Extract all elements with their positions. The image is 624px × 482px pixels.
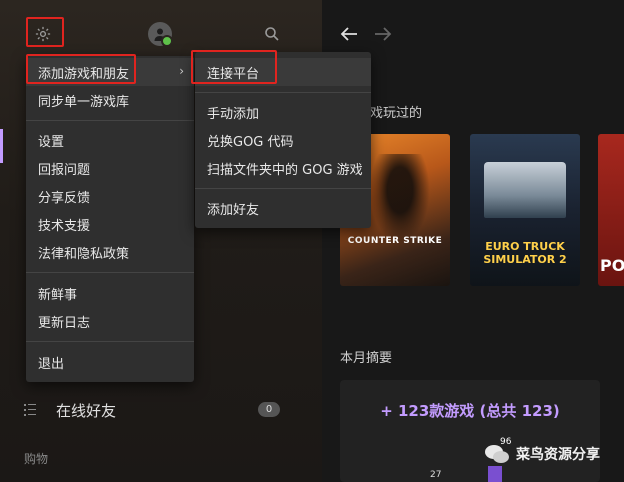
game-cover-euro-truck[interactable]: EURO TRUCK SIMULATOR 2	[470, 134, 580, 286]
game-cover-partial[interactable]: PO	[598, 134, 624, 286]
menu-divider	[195, 92, 371, 93]
friends-count-badge: 0	[258, 402, 280, 417]
menu-item-label: 新鲜事	[38, 287, 78, 303]
menu-item-sync-library[interactable]: 同步单一游戏库	[26, 86, 194, 114]
games-added-count: + 123款游戏 (总共 123)	[380, 402, 560, 420]
sidebar-item-label: 在线好友	[56, 402, 117, 420]
menu-item-label: 回报问题	[38, 162, 91, 178]
menu-item-label: 技术支援	[38, 218, 91, 234]
menu-item-label: 扫描文件夹中的 GOG 游戏	[207, 162, 363, 178]
menu-divider	[26, 120, 194, 121]
recently-played-title: 戏玩过的	[370, 106, 423, 121]
watermark-badge: 96	[500, 437, 512, 447]
menu-item-label: 添加好友	[207, 202, 260, 218]
main-menu: 添加游戏和朋友 › 同步单一游戏库 设置 回报问题 分享反馈 技术支援 法律和隐…	[26, 56, 194, 382]
menu-item-label: 退出	[38, 356, 65, 372]
menu-item-legal-privacy[interactable]: 法律和隐私政策	[26, 238, 194, 266]
menu-item-label: 分享反馈	[38, 190, 91, 206]
sidebar-section-purchases: 购物	[24, 452, 49, 466]
menu-item-settings[interactable]: 设置	[26, 126, 194, 154]
submenu-item-manual-add[interactable]: 手动添加	[195, 98, 371, 126]
submenu-item-scan-folder[interactable]: 扫描文件夹中的 GOG 游戏	[195, 154, 371, 182]
menu-item-label: 更新日志	[38, 315, 91, 331]
menu-item-label: 兑换GOG 代码	[207, 134, 294, 150]
menu-item-exit[interactable]: 退出	[26, 348, 194, 376]
truck-art	[484, 162, 566, 218]
gear-highlight	[26, 17, 64, 47]
sidebar-active-indicator	[0, 129, 3, 163]
submenu-item-redeem-code[interactable]: 兑换GOG 代码	[195, 126, 371, 154]
list-icon	[24, 402, 36, 416]
back-arrow-icon[interactable]	[338, 24, 360, 44]
online-status-dot	[161, 35, 173, 47]
connect-platform-highlight	[191, 50, 277, 84]
add-games-highlight	[26, 54, 136, 84]
cover-title: EURO TRUCK SIMULATOR 2	[483, 240, 567, 266]
chevron-right-icon: ›	[179, 64, 184, 78]
menu-item-changelog[interactable]: 更新日志	[26, 307, 194, 335]
cover-art	[370, 154, 430, 244]
wechat-icon: 96	[484, 437, 511, 465]
monthly-summary-title: 本月摘要	[340, 351, 393, 366]
chart-value-label: 27	[430, 470, 442, 480]
watermark: 96 菜鸟资源分享	[484, 437, 600, 468]
menu-divider	[26, 272, 194, 273]
menu-divider	[195, 188, 371, 189]
sidebar-item-online-friends[interactable]: 在线好友 0	[20, 396, 290, 424]
menu-item-label: 同步单一游戏库	[38, 94, 130, 110]
chart-bar	[488, 466, 502, 482]
watermark-text: 菜鸟资源分享	[516, 447, 600, 463]
menu-item-label: 设置	[38, 134, 65, 150]
menu-divider	[26, 341, 194, 342]
search-icon[interactable]	[262, 24, 282, 44]
cover-title: COUNTER STRIKE	[347, 236, 443, 246]
menu-item-whats-new[interactable]: 新鲜事	[26, 279, 194, 307]
menu-item-label: 手动添加	[207, 106, 260, 122]
cover-title: PO	[600, 256, 624, 275]
menu-item-support[interactable]: 技术支援	[26, 210, 194, 238]
menu-item-report-issue[interactable]: 回报问题	[26, 154, 194, 182]
menu-item-label: 法律和隐私政策	[38, 246, 130, 262]
menu-item-share-feedback[interactable]: 分享反馈	[26, 182, 194, 210]
forward-arrow-icon[interactable]	[372, 24, 394, 44]
avatar[interactable]	[148, 22, 173, 47]
submenu-item-add-friend[interactable]: 添加好友	[195, 194, 371, 222]
